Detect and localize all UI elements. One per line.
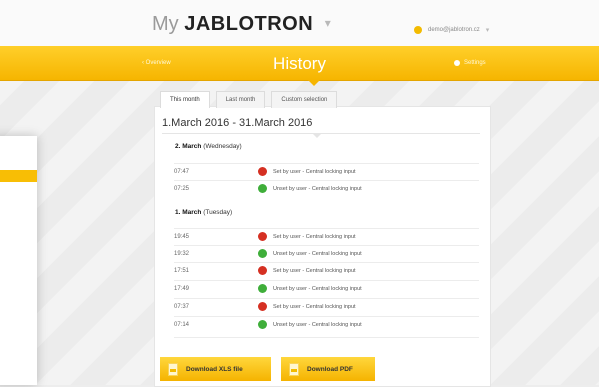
event-time: 17:51 [174, 268, 190, 274]
history-row: 17:51 Set by user - Central locking inpu… [174, 262, 479, 279]
history-row: 17:49 Unset by user - Central locking in… [174, 280, 479, 297]
lock-unset-icon [258, 249, 267, 258]
lock-set-icon [258, 266, 267, 275]
lock-set-icon [258, 232, 267, 241]
tab-this-month[interactable]: This month [160, 91, 210, 108]
period-tabs: This month Last month Custom selection [160, 91, 338, 108]
event-time: 07:47 [174, 169, 190, 175]
user-menu[interactable]: demo@jablotron.cz ▾ [414, 26, 489, 34]
history-row: 19:32 Unset by user - Central locking in… [174, 245, 479, 262]
day-heading: 2. March (Wednesday) [175, 143, 242, 150]
settings-label[interactable]: Settings [464, 60, 486, 66]
date-range: 1.March 2016 - 31.March 2016 [162, 117, 313, 129]
user-email[interactable]: demo@jablotron.cz [428, 27, 480, 33]
event-time: 19:32 [174, 251, 190, 257]
event-description: Unset by user - Central locking input [273, 286, 362, 292]
event-time: 07:14 [174, 322, 190, 328]
day-heading: 1. March (Tuesday) [175, 209, 232, 216]
gear-icon [454, 60, 460, 66]
history-row: 19:45 Set by user - Central locking inpu… [174, 228, 479, 245]
range-notch [312, 133, 322, 138]
event-description: Unset by user - Central locking input [273, 186, 362, 192]
background-card [0, 136, 37, 385]
tab-last-month[interactable]: Last month [215, 91, 266, 108]
brand-prefix: My [152, 13, 179, 35]
history-row: 07:47 Set by user - Central locking inpu… [174, 163, 479, 180]
event-time: 07:37 [174, 304, 190, 310]
day-date: 1. March [175, 209, 202, 216]
lock-set-icon [258, 167, 267, 176]
pdf-file-icon [289, 362, 299, 376]
lock-unset-icon [258, 284, 267, 293]
user-icon [414, 26, 422, 34]
day-date: 2. March [175, 143, 202, 150]
chevron-down-icon[interactable]: ▾ [325, 16, 331, 30]
lock-unset-icon [258, 320, 267, 329]
event-description: Unset by user - Central locking input [273, 251, 362, 257]
history-row: 07:37 Set by user - Central locking inpu… [174, 298, 479, 315]
event-time: 17:49 [174, 286, 190, 292]
settings-link[interactable]: Settings [454, 60, 486, 66]
event-description: Set by user - Central locking input [273, 268, 356, 274]
day-weekday: (Wednesday) [203, 143, 242, 150]
day-weekday: (Tuesday) [203, 209, 233, 216]
tab-custom-selection[interactable]: Custom selection [271, 91, 338, 108]
brand-name: JABLOTRON [184, 13, 314, 35]
event-description: Unset by user - Central locking input [273, 322, 362, 328]
download-pdf-label: Download PDF [307, 365, 353, 373]
divider [174, 337, 479, 338]
download-pdf-button[interactable]: Download PDF [281, 357, 375, 381]
event-time: 07:25 [174, 186, 190, 192]
history-row: 07:14 Unset by user - Central locking in… [174, 316, 479, 333]
event-description: Set by user - Central locking input [273, 304, 356, 310]
chevron-down-icon[interactable]: ▾ [486, 26, 490, 34]
event-description: Set by user - Central locking input [273, 169, 356, 175]
download-xls-button[interactable]: Download XLS file [160, 357, 271, 381]
history-row: 07:25 Unset by user - Central locking in… [174, 180, 479, 197]
brand-logo[interactable]: My JABLOTRON ▾ [152, 13, 331, 36]
page-title: History [273, 54, 326, 73]
download-xls-label: Download XLS file [186, 365, 243, 373]
title-notch [308, 80, 320, 86]
event-description: Set by user - Central locking input [273, 234, 356, 240]
xls-file-icon [168, 362, 178, 376]
lock-unset-icon [258, 184, 267, 193]
lock-set-icon [258, 302, 267, 311]
event-time: 19:45 [174, 234, 190, 240]
